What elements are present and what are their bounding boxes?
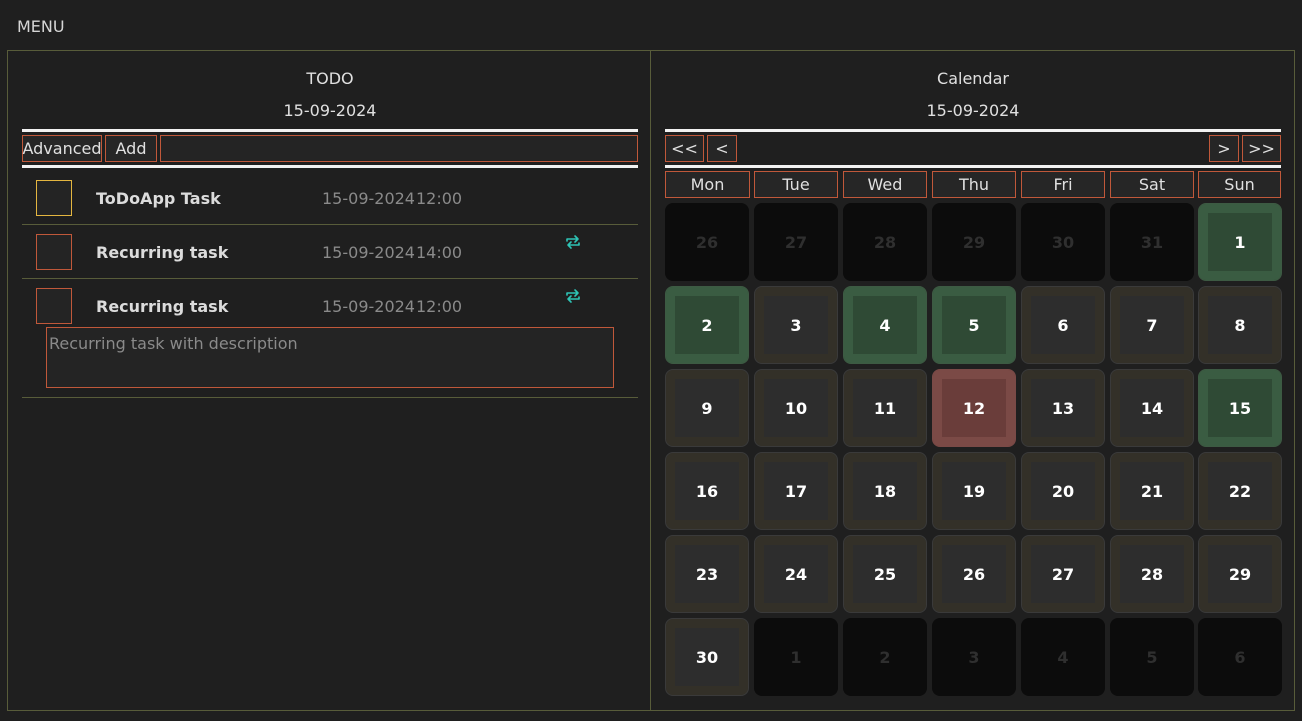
calendar-day[interactable]: 19	[932, 452, 1016, 530]
task-checkbox[interactable]	[36, 288, 72, 324]
calendar-day-outside: 5	[1110, 618, 1194, 696]
calendar-day[interactable]: 26	[932, 535, 1016, 613]
calendar-day[interactable]: 28	[1110, 535, 1194, 613]
task-separator	[22, 278, 638, 279]
menu-button[interactable]: MENU	[17, 17, 65, 36]
recurring-icon	[566, 235, 580, 249]
calendar-day-outside: 6	[1198, 618, 1282, 696]
calendar-day[interactable]: 25	[843, 535, 927, 613]
advanced-button[interactable]: Advanced	[22, 135, 102, 162]
last-page-button[interactable]: >>	[1242, 135, 1281, 162]
task-separator	[22, 397, 638, 398]
calendar-day[interactable]: 30	[665, 618, 749, 696]
calendar-date: 15-09-2024	[926, 101, 1020, 120]
calendar-day[interactable]: 22	[1198, 452, 1282, 530]
calendar-day[interactable]: 14	[1110, 369, 1194, 447]
todo-toolbar-bar	[22, 165, 638, 168]
calendar-day-outside: 26	[665, 203, 749, 281]
calendar-day[interactable]: 10	[754, 369, 838, 447]
calendar-day[interactable]: 5	[932, 286, 1016, 364]
calendar-day[interactable]: 21	[1110, 452, 1194, 530]
task-checkbox[interactable]	[36, 180, 72, 216]
task-checkbox[interactable]	[36, 234, 72, 270]
task-date: 15-09-2024	[322, 297, 415, 316]
calendar-day-outside: 31	[1110, 203, 1194, 281]
first-page-button[interactable]: <<	[665, 135, 704, 162]
task-time: 14:00	[416, 243, 463, 262]
task-name[interactable]: Recurring task	[96, 297, 228, 316]
task-date: 15-09-2024	[322, 243, 415, 262]
calendar-day[interactable]: 1	[1198, 203, 1282, 281]
todo-title: TODO	[306, 69, 354, 88]
recurring-icon	[566, 289, 580, 303]
weekday-header-wed: Wed	[843, 171, 927, 198]
calendar-day-outside: 27	[754, 203, 838, 281]
next-month-button[interactable]: >	[1209, 135, 1239, 162]
weekday-header-tue: Tue	[754, 171, 838, 198]
calendar-day[interactable]: 16	[665, 452, 749, 530]
new-task-input[interactable]	[160, 135, 638, 162]
calendar-day[interactable]: 20	[1021, 452, 1105, 530]
weekday-header-thu: Thu	[932, 171, 1016, 198]
weekday-header-row: Mon Tue Wed Thu Fri Sat Sun	[665, 171, 1281, 198]
task-name[interactable]: ToDoApp Task	[96, 189, 221, 208]
calendar-day[interactable]: 7	[1110, 286, 1194, 364]
calendar-day[interactable]: 23	[665, 535, 749, 613]
calendar-day[interactable]: 24	[754, 535, 838, 613]
calendar-day-outside: 30	[1021, 203, 1105, 281]
task-name[interactable]: Recurring task	[96, 243, 228, 262]
calendar-day[interactable]: 18	[843, 452, 927, 530]
calendar-grid: 26 27 28 29 30 31 1 2 3 4 5 6 7 8 9 10 11 12 13 14 15 16 17 18 1…	[665, 203, 1282, 699]
task-date: 15-09-2024	[322, 189, 415, 208]
calendar-day-outside: 3	[932, 618, 1016, 696]
add-button[interactable]: Add	[105, 135, 157, 162]
calendar-day-outside: 4	[1021, 618, 1105, 696]
todo-header-bar	[22, 129, 638, 132]
task-time: 12:00	[416, 189, 463, 208]
calendar-day-outside: 2	[843, 618, 927, 696]
calendar-day-outside: 29	[932, 203, 1016, 281]
calendar-day[interactable]: 9	[665, 369, 749, 447]
calendar-day[interactable]: 4	[843, 286, 927, 364]
main-frame: TODO 15-09-2024 Advanced Add ToDoApp Tas…	[7, 50, 1295, 711]
calendar-day[interactable]: 12	[932, 369, 1016, 447]
task-separator	[22, 224, 638, 225]
todo-date: 15-09-2024	[283, 101, 377, 120]
calendar-day[interactable]: 11	[843, 369, 927, 447]
calendar-title: Calendar	[937, 69, 1009, 88]
calendar-toolbar-bar	[665, 165, 1281, 168]
weekday-header-mon: Mon	[665, 171, 750, 198]
panel-divider	[650, 51, 651, 710]
calendar-day[interactable]: 15	[1198, 369, 1282, 447]
calendar-day[interactable]: 29	[1198, 535, 1282, 613]
prev-month-button[interactable]: <	[707, 135, 737, 162]
weekday-header-fri: Fri	[1021, 171, 1105, 198]
calendar-day[interactable]: 3	[754, 286, 838, 364]
task-description[interactable]: Recurring task with description	[46, 327, 614, 388]
weekday-header-sun: Sun	[1198, 171, 1281, 198]
calendar-day[interactable]: 2	[665, 286, 749, 364]
calendar-day[interactable]: 17	[754, 452, 838, 530]
calendar-day-outside: 1	[754, 618, 838, 696]
task-time: 12:00	[416, 297, 463, 316]
calendar-day[interactable]: 8	[1198, 286, 1282, 364]
calendar-header-bar	[665, 129, 1281, 132]
calendar-day-outside: 28	[843, 203, 927, 281]
weekday-header-sat: Sat	[1110, 171, 1194, 198]
calendar-day[interactable]: 27	[1021, 535, 1105, 613]
calendar-day[interactable]: 13	[1021, 369, 1105, 447]
calendar-day[interactable]: 6	[1021, 286, 1105, 364]
